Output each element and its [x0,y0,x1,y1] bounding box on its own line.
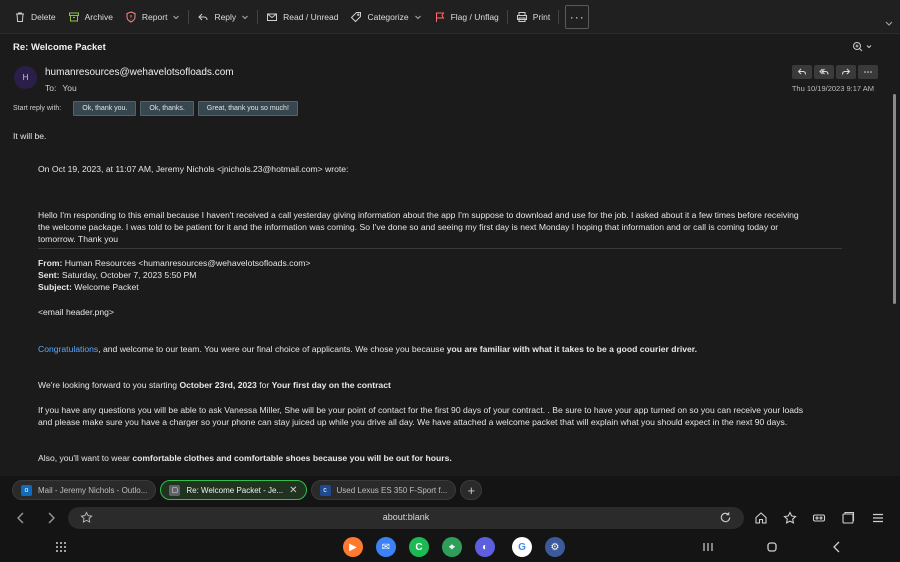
quoted-text: the welcome package. I was told to be pa… [38,222,779,232]
message-actions [792,65,878,79]
home-icon[interactable] [754,511,768,525]
car-site-icon: c [319,484,331,496]
categorize-button[interactable]: Categorize [344,5,427,29]
email-subject: Re: Welcome Packet [13,41,106,53]
vr-headset-icon[interactable] [812,511,826,525]
forward-icon[interactable] [44,511,58,525]
subject-line: Subject: Welcome Packet [38,282,139,292]
questions-paragraph: If you have any questions you will be ab… [38,405,804,415]
sender-address[interactable]: humanresources@wehavelotsofloads.com [45,67,234,78]
trash-icon [14,11,26,23]
maps-app-icon[interactable]: ⌖ [442,537,462,557]
suggested-reply-chip[interactable]: Ok, thank you. [73,101,137,116]
sent-line: Sent: Saturday, October 7, 2023 5:50 PM [38,270,197,280]
url-text[interactable]: about:blank [68,512,744,522]
tabs-count-icon[interactable] [841,511,855,525]
toolbar-divider [257,9,259,24]
chevron-down-icon[interactable] [414,13,422,21]
app-drawer-icon[interactable] [54,540,68,554]
read-unread-button[interactable]: Read / Unread [260,5,344,29]
envelope-icon [266,11,278,23]
quoted-text: tomorrow. Thank you [38,234,119,244]
home-button-icon[interactable] [765,540,779,554]
google-app-icon[interactable]: G [512,537,532,557]
flag-icon [434,11,446,23]
internet-browser-app-icon[interactable]: ◐ [475,537,495,557]
bookmarks-icon[interactable] [783,511,797,525]
archive-button[interactable]: Archive [62,5,119,29]
attire-paragraph: Also, you'll want to wear comfortable cl… [38,453,452,463]
quote-header: On Oct 19, 2023, at 11:07 AM, Jeremy Nic… [38,164,349,174]
from-line: From: Human Resources <humanresources@we… [38,258,311,268]
printer-icon [516,11,528,23]
reply-icon [197,11,209,23]
toolbar-divider [558,9,560,24]
sender-avatar[interactable]: H [14,66,37,89]
delete-button[interactable]: Delete [8,5,62,29]
browser-tab-lexus[interactable]: c Used Lexus ES 350 F-Sport f... [310,480,457,500]
report-button[interactable]: Report [119,5,187,29]
command-toolbar: Delete Archive Report Reply Read / Unrea… [0,0,900,34]
reply-button[interactable] [792,65,812,79]
suggested-replies-label: Start reply with: [13,105,62,112]
play-store-app-icon[interactable]: ▶ [343,537,363,557]
suggested-reply-chip[interactable]: Ok, thanks. [140,101,194,116]
reload-icon[interactable] [719,511,732,524]
questions-paragraph: and please make sure you have a charger … [38,417,788,427]
vertical-scrollbar[interactable] [893,94,896,304]
forward-button[interactable] [836,65,856,79]
reply-all-button[interactable] [814,65,834,79]
suggested-reply-chip[interactable]: Great, thank you so much! [197,101,298,116]
quoted-text: Hello I'm responding to this email becau… [38,210,799,220]
congratulations-paragraph: Congratulations, and welcome to our team… [38,344,698,354]
new-tab-button[interactable]: + [460,480,483,500]
reply-all-icon [819,68,829,75]
suggested-replies: Start reply with: Ok, thank you. Ok, tha… [13,101,298,116]
reply-button[interactable]: Reply [191,5,255,29]
menu-icon[interactable] [871,511,885,525]
message-date: Thu 10/19/2023 9:17 AM [791,84,874,93]
toolbar-divider [506,9,508,24]
address-bar[interactable]: about:blank [68,507,744,529]
recipient-name[interactable]: You [62,83,76,93]
archive-icon [68,11,80,23]
back-icon[interactable] [14,511,28,525]
browser-tab-strip: o Mail - Jeremy Nichols - Outlo... ▢ Re:… [0,476,900,504]
start-date-paragraph: We're looking forward to you starting Oc… [38,380,391,390]
close-tab-icon[interactable]: ✕ [289,485,297,496]
page-icon: ▢ [169,484,181,496]
congratulations-link[interactable]: Congratulations [38,344,98,354]
settings-app-icon[interactable]: ⚙ [545,537,565,557]
flag-unflag-button[interactable]: Flag / Unflag [428,5,505,29]
more-options-button[interactable]: ··· [565,4,590,29]
zoom-icon[interactable] [852,41,874,53]
shield-warning-icon [125,10,137,23]
forward-icon [842,68,851,75]
browser-tab-outlook[interactable]: o Mail - Jeremy Nichols - Outlo... [12,480,157,500]
ellipsis-icon [864,71,872,73]
phone-app-icon[interactable]: C [409,537,429,557]
to-label: To: [45,83,57,93]
email-body: It will be. On Oct 19, 2023, at 11:07 AM… [0,122,888,476]
reply-icon [797,68,806,75]
tag-icon [350,11,362,23]
toolbar-divider [188,9,190,24]
outlook-icon: o [21,484,32,496]
print-button[interactable]: Print [510,5,556,29]
chevron-down-icon[interactable] [241,13,249,21]
browser-tab-welcome-packet[interactable]: ▢ Re: Welcome Packet - Je... ✕ [160,480,307,500]
messages-app-icon[interactable]: ✉ [376,537,396,557]
chevron-down-icon[interactable] [884,18,894,28]
quote-divider [38,248,842,249]
more-actions-button[interactable] [858,65,878,79]
reply-text: It will be. [13,131,47,141]
back-button-icon[interactable] [830,540,844,554]
recent-apps-icon[interactable] [701,540,715,554]
recipient-line: To: You [45,83,83,93]
chevron-down-icon[interactable] [172,13,180,21]
image-placeholder: <email header.png> [38,307,114,317]
